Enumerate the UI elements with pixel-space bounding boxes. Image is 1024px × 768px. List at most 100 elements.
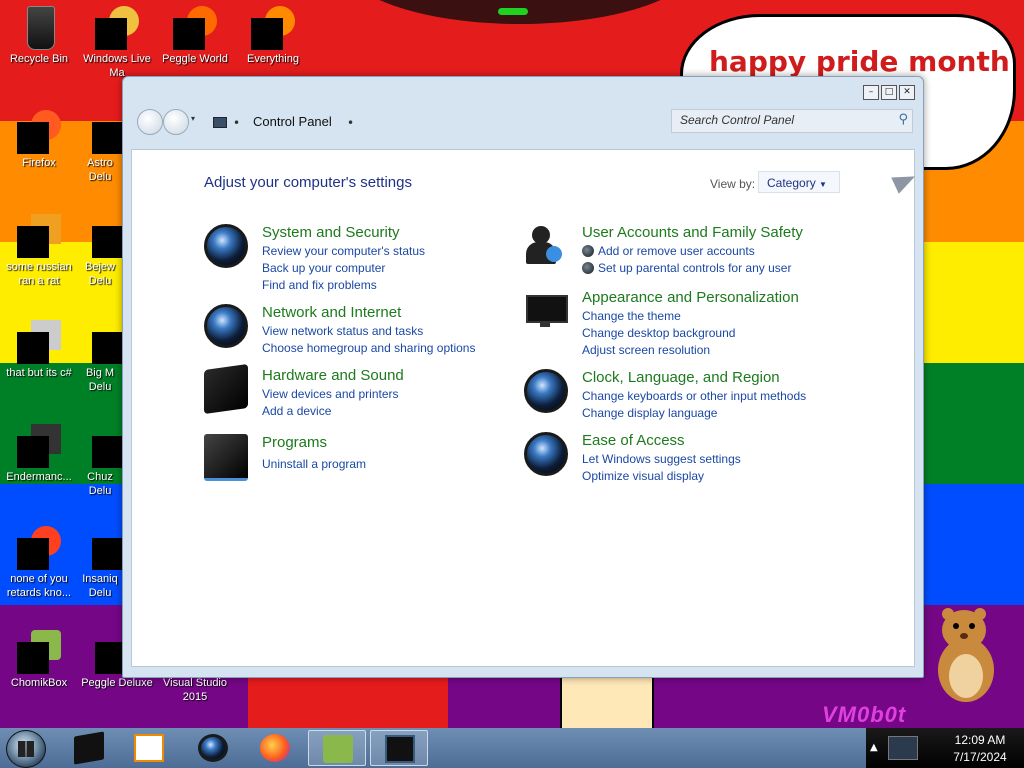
category-title-clock-language[interactable]: Clock, Language, and Region — [582, 369, 780, 386]
search-box[interactable]: ⚲ — [671, 109, 913, 133]
page-title: Adjust your computer's settings — [204, 174, 412, 191]
programs-icon[interactable] — [204, 434, 248, 481]
desktop-icon-astro[interactable]: Astro Delu — [78, 110, 122, 184]
recycle-bin-icon — [17, 6, 61, 50]
media-player-icon — [134, 734, 164, 762]
desktop-icon-bejeweled[interactable]: Bejew Delu — [78, 214, 122, 288]
link-screen-resolution[interactable]: Adjust screen resolution — [582, 342, 735, 359]
search-icon[interactable]: ⚲ — [898, 112, 908, 127]
desktop-icon-some-russian[interactable]: some russian ran a rat — [0, 214, 78, 288]
control-panel-window[interactable]: – □ ✕ ▾ • Control Panel • ▼ ⇆ ⚲ Adjust y… — [122, 76, 924, 678]
category-title-programs[interactable]: Programs — [262, 434, 327, 451]
show-hidden-icons-icon[interactable]: ▲ — [870, 742, 878, 753]
start-button[interactable] — [6, 730, 46, 768]
desktop-icon-enderman[interactable]: Endermanc... — [0, 424, 78, 484]
hardware-sound-icon[interactable] — [204, 363, 248, 415]
desktop-icon-chomikbox[interactable]: ChomikBox — [0, 630, 78, 690]
link-review-status[interactable]: Review your computer's status — [262, 243, 425, 260]
desktop-icon-firefox[interactable]: Firefox — [0, 110, 78, 170]
link-text: Add or remove user accounts — [598, 244, 755, 258]
category-links: Let Windows suggest settings Optimize vi… — [582, 451, 741, 485]
clock-language-icon[interactable] — [524, 369, 568, 413]
clock-time[interactable]: 12:09 AM — [940, 733, 1020, 747]
category-title-user-accounts[interactable]: User Accounts and Family Safety — [582, 224, 803, 241]
link-change-theme[interactable]: Change the theme — [582, 308, 735, 325]
back-button[interactable] — [137, 109, 163, 135]
desktop-icon-recycle-bin[interactable]: Recycle Bin — [0, 6, 78, 66]
desktop-icon-big-m[interactable]: Big M Delu — [78, 320, 122, 394]
watermark-text: VM0b0t — [822, 702, 907, 727]
desktop-icon-label: Peggle World — [162, 53, 228, 65]
taskbar-media-center[interactable] — [60, 730, 118, 766]
category-links: Review your computer's status Back up yo… — [262, 243, 425, 294]
category-title-hardware-sound[interactable]: Hardware and Sound — [262, 367, 404, 384]
view-by-label: View by: — [710, 177, 756, 191]
desktop-icon-label: Insaniq Delu — [82, 573, 118, 599]
desktop-icon-windows-live-mail[interactable]: Windows Live Ma — [78, 6, 156, 80]
desktop-icon-label: Big M Delu — [85, 367, 115, 393]
link-homegroup[interactable]: Choose homegroup and sharing options — [262, 340, 475, 357]
user-accounts-icon[interactable] — [524, 224, 568, 268]
maximize-button[interactable]: □ — [881, 85, 897, 100]
link-devices-printers[interactable]: View devices and printers — [262, 386, 399, 403]
category-title-appearance[interactable]: Appearance and Personalization — [582, 289, 799, 306]
taskbar-media-player[interactable] — [120, 730, 178, 766]
taskbar-network[interactable] — [184, 730, 242, 766]
breadcrumb-separator-icon[interactable]: • — [233, 116, 240, 130]
link-desktop-background[interactable]: Change desktop background — [582, 325, 735, 342]
desktop-icon-chuzzle[interactable]: Chuz Delu — [78, 424, 122, 498]
shield-icon — [582, 262, 594, 274]
link-back-up[interactable]: Back up your computer — [262, 260, 425, 277]
desktop-icon-none-of-you[interactable]: none of you retards kno... — [0, 526, 78, 600]
link-suggest-settings[interactable]: Let Windows suggest settings — [582, 451, 741, 468]
category-title-ease-of-access[interactable]: Ease of Access — [582, 432, 685, 449]
category-links: Change the theme Change desktop backgrou… — [582, 308, 735, 359]
breadcrumb[interactable]: • Control Panel • ▼ ⇆ — [205, 111, 725, 133]
breadcrumb-item-control-panel[interactable]: Control Panel — [253, 114, 332, 129]
close-button[interactable]: ✕ — [899, 85, 915, 100]
green-lights — [498, 8, 528, 15]
recent-pages-icon[interactable]: ▾ — [191, 114, 195, 123]
bejeweled-icon — [78, 214, 122, 258]
link-optimize-display[interactable]: Optimize visual display — [582, 468, 741, 485]
control-panel-content: Adjust your computer's settings View by:… — [131, 149, 919, 667]
breadcrumb-separator-icon[interactable]: • — [347, 116, 354, 130]
network-status-icon[interactable] — [888, 736, 918, 760]
ease-of-access-icon[interactable] — [524, 432, 568, 476]
taskbar-firefox[interactable] — [246, 730, 304, 766]
link-network-status[interactable]: View network status and tasks — [262, 323, 475, 340]
link-add-device[interactable]: Add a device — [262, 403, 399, 420]
category-links: Add or remove user accounts Set up paren… — [582, 243, 791, 277]
link-add-remove-users[interactable]: Add or remove user accounts — [582, 243, 791, 260]
desktop-icon-peggle-world[interactable]: Peggle World — [156, 6, 234, 66]
category-title-system-security[interactable]: System and Security — [262, 224, 400, 241]
link-text: Set up parental controls for any user — [598, 261, 792, 275]
desktop-icon-insaniquarium[interactable]: Insaniq Delu — [78, 526, 122, 600]
taskbar-control-panel[interactable] — [370, 730, 428, 766]
clock-date[interactable]: 7/17/2024 — [940, 750, 1020, 764]
desktop-icon-everything[interactable]: Everything — [234, 6, 312, 66]
insaniquarium-icon — [78, 526, 122, 570]
desktop-icon-label: Visual Studio 2015 — [162, 677, 227, 703]
link-change-keyboards[interactable]: Change keyboards or other input methods — [582, 388, 806, 405]
search-input[interactable] — [678, 112, 882, 128]
windows-live-mail-icon — [95, 6, 139, 50]
system-security-icon[interactable] — [204, 224, 248, 268]
view-by-value: Category — [767, 176, 816, 190]
link-display-language[interactable]: Change display language — [582, 405, 806, 422]
forward-button[interactable] — [163, 109, 189, 135]
desktop-icon-that-but-its-c[interactable]: that but its c# — [0, 320, 78, 380]
link-parental-controls[interactable]: Set up parental controls for any user — [582, 260, 791, 277]
shortcut-icon — [17, 526, 61, 570]
category-links: Change keyboards or other input methods … — [582, 388, 806, 422]
link-uninstall[interactable]: Uninstall a program — [262, 456, 366, 473]
link-find-fix[interactable]: Find and fix problems — [262, 277, 425, 294]
appearance-icon[interactable] — [524, 289, 568, 333]
control-panel-icon — [213, 117, 227, 128]
taskbar-chomikbox[interactable] — [308, 730, 366, 766]
view-by-select[interactable]: Category ▼ — [758, 171, 840, 193]
desktop-icon-label: some russian ran a rat — [6, 261, 72, 287]
minimize-button[interactable]: – — [863, 85, 879, 100]
network-internet-icon[interactable] — [204, 304, 248, 348]
category-title-network-internet[interactable]: Network and Internet — [262, 304, 401, 321]
